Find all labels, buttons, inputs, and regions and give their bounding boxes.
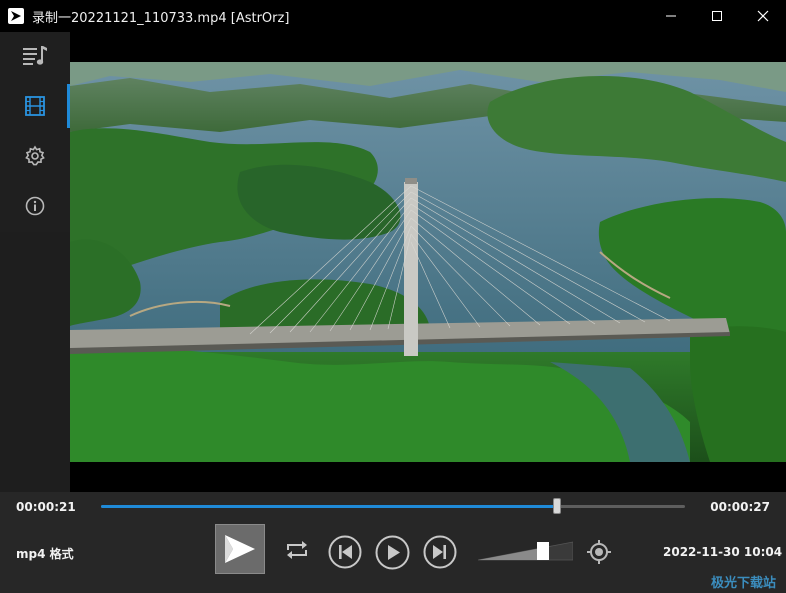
repeat-icon bbox=[287, 541, 307, 559]
app-logo-icon bbox=[8, 8, 24, 24]
video-viewport[interactable] bbox=[70, 32, 786, 492]
minimize-icon bbox=[666, 15, 676, 17]
film-icon bbox=[25, 96, 45, 116]
sidebar-item-about[interactable] bbox=[0, 182, 70, 230]
seek-bar-thumb[interactable] bbox=[552, 498, 561, 514]
volume-slider[interactable] bbox=[478, 541, 573, 561]
maximize-button[interactable] bbox=[694, 0, 740, 32]
video-frame[interactable] bbox=[70, 62, 786, 462]
repeat-button[interactable] bbox=[284, 539, 310, 561]
video-image bbox=[70, 62, 786, 462]
title-bar: 录制一20221121_110733.mp4 [AstrOrz] bbox=[0, 0, 786, 32]
watermark-text: 极光下载站 bbox=[710, 576, 776, 591]
gear-icon bbox=[25, 145, 45, 166]
maximize-icon bbox=[712, 11, 722, 21]
current-time: 00:00:21 bbox=[16, 500, 76, 514]
minimize-button[interactable] bbox=[648, 0, 694, 32]
total-time: 00:00:27 bbox=[710, 500, 770, 514]
close-button[interactable] bbox=[740, 0, 786, 32]
datetime-label: 2022-11-30 10:04 bbox=[663, 545, 783, 559]
play-icon bbox=[375, 535, 410, 570]
playlist-icon bbox=[23, 46, 47, 65]
skip-next-icon bbox=[423, 535, 457, 569]
window-title: 录制一20221121_110733.mp4 [AstrOrz] bbox=[32, 10, 290, 26]
seek-bar[interactable] bbox=[101, 498, 685, 514]
skip-previous-icon bbox=[328, 535, 362, 569]
next-button[interactable] bbox=[423, 535, 457, 569]
control-bar: 00:00:21 00:00:27 mp4 格式 2022-11-30 10:0… bbox=[0, 492, 786, 593]
crosshair-button[interactable] bbox=[586, 539, 612, 565]
sidebar-item-video[interactable] bbox=[0, 82, 70, 130]
volume-thumb[interactable] bbox=[537, 542, 550, 560]
close-icon bbox=[757, 10, 769, 22]
previous-button[interactable] bbox=[328, 535, 362, 569]
format-label: mp4 格式 bbox=[16, 547, 74, 561]
play-button[interactable] bbox=[375, 535, 410, 570]
info-icon bbox=[25, 196, 45, 216]
app-logo-icon bbox=[225, 535, 255, 563]
app-logo-button[interactable] bbox=[215, 524, 265, 574]
sidebar-item-settings[interactable] bbox=[0, 132, 70, 180]
sidebar bbox=[0, 32, 70, 232]
crosshair-icon bbox=[587, 540, 611, 564]
sidebar-item-playlist[interactable] bbox=[0, 32, 70, 80]
seek-bar-progress bbox=[101, 505, 557, 508]
